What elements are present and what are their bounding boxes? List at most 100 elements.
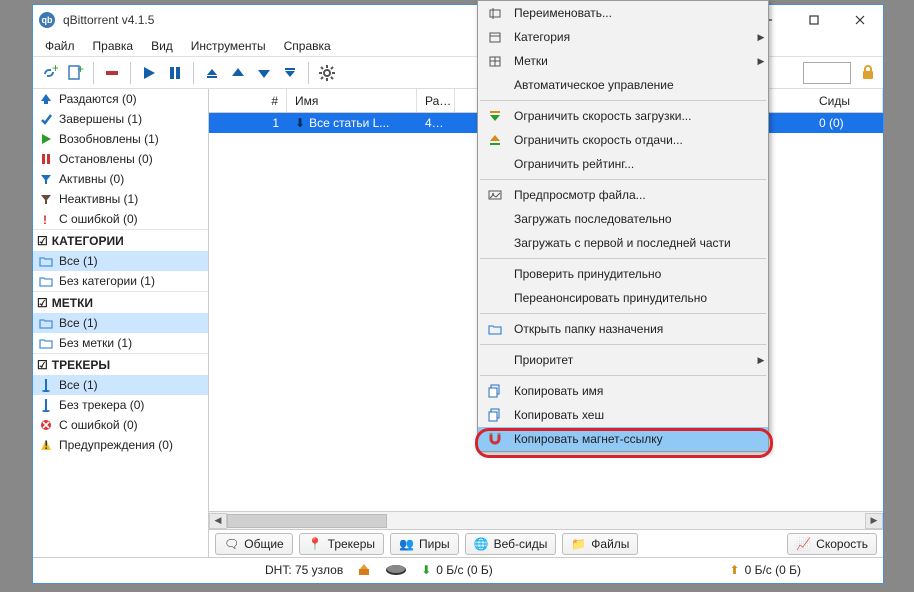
lock-icon[interactable] (859, 63, 879, 83)
blank-icon (486, 265, 504, 283)
tab-general[interactable]: 🗨Общие (215, 533, 293, 555)
settings-button[interactable] (315, 61, 339, 85)
download-icon: ⬇ (295, 116, 305, 130)
close-button[interactable] (837, 5, 883, 35)
filter-input[interactable] (803, 62, 851, 84)
copy-icon (486, 406, 504, 424)
scroll-right-button[interactable]: ▶ (865, 513, 883, 529)
sidebar-item[interactable]: С ошибкой (0) (33, 415, 208, 435)
filter-item[interactable]: Остановлены (0) (33, 149, 208, 169)
sidebar-item-label: Возобновлены (1) (59, 132, 159, 146)
sidebar-item[interactable]: Без метки (1) (33, 333, 208, 353)
tab-trackers[interactable]: 📍Трекеры (299, 533, 384, 555)
horizontal-scrollbar[interactable]: ◀ ▶ (209, 511, 883, 529)
tab-webseeds[interactable]: 🌐Веб-сиды (465, 533, 557, 555)
menu-item-label: Копировать магнет-ссылку (514, 432, 744, 446)
menu-item[interactable]: Предпросмотр файла... (478, 183, 768, 207)
menu-item[interactable]: Копировать имя (478, 379, 768, 403)
sidebar-item[interactable]: Все (1) (33, 375, 208, 395)
blank-icon (486, 76, 504, 94)
menu-item[interactable]: Копировать хеш (478, 403, 768, 427)
menu-item[interactable]: Категория▶ (478, 25, 768, 49)
scroll-track[interactable] (227, 514, 865, 528)
sidebar-item[interactable]: Без трекера (0) (33, 395, 208, 415)
menu-item[interactable]: Ограничить рейтинг... (478, 152, 768, 176)
menu-item[interactable]: Открыть папку назначения (478, 317, 768, 341)
tracker-icon: 📍 (308, 537, 323, 551)
menu-item[interactable]: Переименовать... (478, 1, 768, 25)
tab-speed[interactable]: 📈Скорость (787, 533, 877, 555)
menu-item[interactable]: Загружать с первой и последней части (478, 231, 768, 255)
menu-tools[interactable]: Инструменты (183, 37, 274, 55)
play-green-icon (39, 132, 53, 146)
col-name[interactable]: Имя (287, 89, 417, 112)
menu-item[interactable]: Проверить принудительно (478, 262, 768, 286)
menu-item-label: Загружать последовательно (514, 212, 744, 226)
col-seeds[interactable]: Сиды (811, 89, 883, 112)
pause-button[interactable] (163, 61, 187, 85)
sidebar-item-label: Без метки (1) (59, 336, 132, 350)
menu-divider (480, 375, 766, 376)
preview-icon (486, 186, 504, 204)
menu-item[interactable]: Копировать магнет-ссылку (478, 427, 768, 451)
magnet-icon (486, 430, 504, 448)
sidebar-item[interactable]: Все (1) (33, 251, 208, 271)
trackers-header: ☑ТРЕКЕРЫ (33, 353, 208, 375)
menu-item[interactable]: Метки▶ (478, 49, 768, 73)
add-file-button[interactable]: + (63, 61, 87, 85)
filter-item[interactable]: !С ошибкой (0) (33, 209, 208, 229)
detail-tabs: 🗨Общие 📍Трекеры 👥Пиры 🌐Веб-сиды 📁Файлы 📈… (209, 529, 883, 557)
resume-button[interactable] (137, 61, 161, 85)
move-up-button[interactable] (226, 61, 250, 85)
scroll-thumb[interactable] (227, 514, 387, 528)
menu-item[interactable]: Ограничить скорость отдачи... (478, 128, 768, 152)
move-bottom-button[interactable] (278, 61, 302, 85)
sidebar-item[interactable]: Все (1) (33, 313, 208, 333)
menu-help[interactable]: Справка (276, 37, 339, 55)
menu-item[interactable]: Загружать последовательно (478, 207, 768, 231)
col-size[interactable]: Ра… (417, 89, 455, 112)
filter-item[interactable]: Активны (0) (33, 169, 208, 189)
menu-edit[interactable]: Правка (85, 37, 142, 55)
col-num[interactable]: # (209, 89, 287, 112)
move-down-button[interactable] (252, 61, 276, 85)
folder-icon (39, 336, 53, 350)
delete-button[interactable] (100, 61, 124, 85)
limit-up-icon (486, 131, 504, 149)
warn-yellow-icon: ! (39, 438, 53, 452)
cat-icon (486, 28, 504, 46)
menu-item[interactable]: Ограничить скорость загрузки... (478, 104, 768, 128)
filter-item[interactable]: Возобновлены (1) (33, 129, 208, 149)
tab-files[interactable]: 📁Файлы (562, 533, 638, 555)
menu-item[interactable]: Переанонсировать принудительно (478, 286, 768, 310)
filter-item[interactable]: Неактивны (1) (33, 189, 208, 209)
checkbox-icon: ☑ (37, 296, 48, 310)
menu-file[interactable]: Файл (37, 37, 83, 55)
filter-item[interactable]: Раздаются (0) (33, 89, 208, 109)
menu-item-label: Открыть папку назначения (514, 322, 744, 336)
context-menu[interactable]: Переименовать...Категория▶Метки▶Автомати… (477, 0, 769, 452)
copy-icon (486, 382, 504, 400)
sidebar-item-label: С ошибкой (0) (59, 418, 138, 432)
submenu-arrow-icon: ▶ (754, 32, 768, 43)
menu-divider (480, 100, 766, 101)
sidebar-item[interactable]: !Предупреждения (0) (33, 435, 208, 455)
menu-divider (480, 344, 766, 345)
move-top-button[interactable] (200, 61, 224, 85)
menu-view[interactable]: Вид (143, 37, 181, 55)
add-link-button[interactable]: + (37, 61, 61, 85)
sidebar-item[interactable]: Без категории (1) (33, 271, 208, 291)
filter-item[interactable]: Завершены (1) (33, 109, 208, 129)
scroll-left-button[interactable]: ◀ (209, 513, 227, 529)
tab-peers[interactable]: 👥Пиры (390, 533, 459, 555)
menu-divider (480, 179, 766, 180)
sidebar: Раздаются (0)Завершены (1) Возобновлены (… (33, 89, 209, 557)
menu-item[interactable]: Приоритет▶ (478, 348, 768, 372)
svg-text:+: + (52, 64, 58, 75)
menu-item[interactable]: Автоматическое управление (478, 73, 768, 97)
maximize-button[interactable] (791, 5, 837, 35)
cell-name: ⬇Все статьи L... (287, 116, 417, 130)
sidebar-item-label: Все (1) (59, 378, 98, 392)
blank-icon (486, 155, 504, 173)
menu-item-label: Метки (514, 54, 744, 68)
